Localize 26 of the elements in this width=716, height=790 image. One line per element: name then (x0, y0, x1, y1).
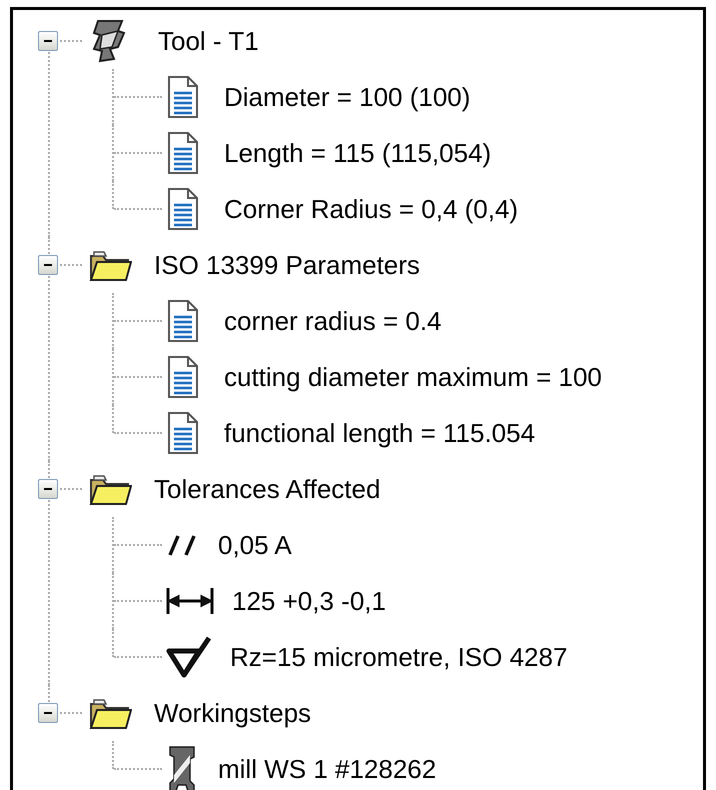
document-icon (166, 355, 200, 399)
tree-item[interactable]: Diameter = 100 (100) (222, 84, 472, 110)
collapse-toggle[interactable] (38, 479, 58, 499)
tree-item[interactable]: Corner Radius = 0,4 (0,4) (222, 196, 520, 222)
document-icon (166, 411, 200, 455)
tree-item[interactable]: Tool - T1 (156, 28, 261, 54)
tree-item[interactable]: functional length = 115.054 (222, 420, 538, 446)
document-icon (166, 131, 200, 175)
tree-item[interactable]: cutting diameter maximum = 100 (222, 364, 604, 390)
tree-item[interactable]: Rz=15 micrometre, ISO 4287 (228, 644, 570, 670)
tree-item[interactable]: 0,05 A (216, 532, 294, 558)
tree-item[interactable]: Workingsteps (152, 700, 314, 726)
collapse-toggle[interactable] (38, 703, 58, 723)
tree-item[interactable]: ISO 13399 Parameters (152, 252, 422, 278)
tree-item[interactable]: 125 +0,3 -0,1 (230, 588, 388, 614)
document-icon (166, 299, 200, 343)
document-icon (166, 187, 200, 231)
surface-finish-icon (166, 635, 212, 679)
dimension-arrow-icon (166, 586, 214, 616)
collapse-toggle[interactable] (38, 255, 58, 275)
tree-item[interactable]: corner radius = 0.4 (222, 308, 444, 334)
tree-item[interactable]: Tolerances Affected (152, 476, 382, 502)
document-icon (166, 75, 200, 119)
tree-item[interactable]: Length = 115 (115,054) (222, 140, 494, 166)
tree-item[interactable]: mill WS 1 #128262 (216, 756, 438, 782)
collapse-toggle[interactable] (38, 31, 58, 51)
